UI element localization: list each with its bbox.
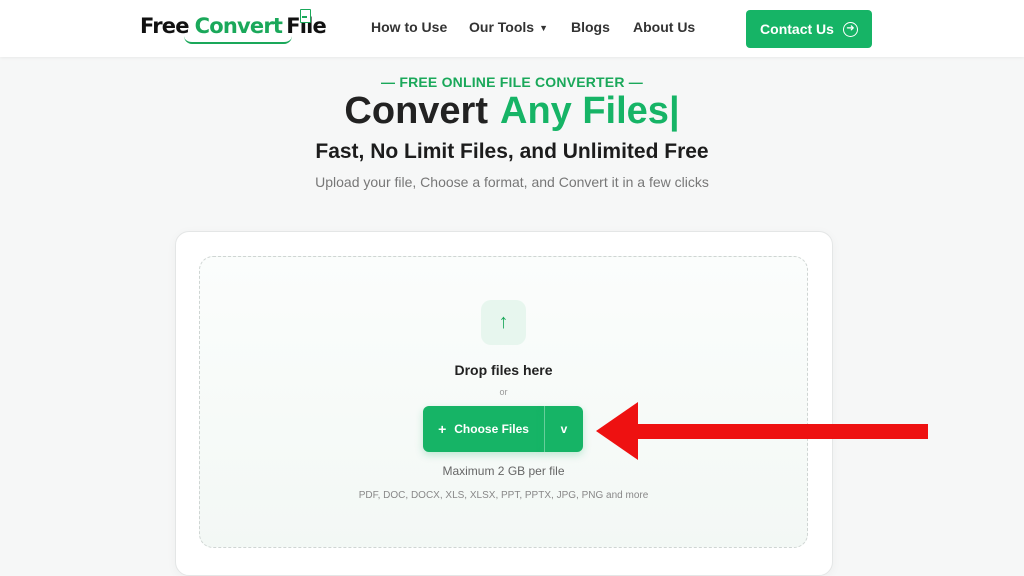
or-separator: or <box>499 387 508 397</box>
choose-files-button[interactable]: + Choose Files <box>423 406 544 452</box>
logo-word-free: Free <box>140 14 189 38</box>
max-size-note: Maximum 2 GB per file <box>442 464 565 478</box>
top-navbar: Free Convert File How to Use Our Tools ▼ … <box>0 0 1024 57</box>
hero-title-green: Any Files| <box>500 90 680 132</box>
hero-title-dark: Convert <box>344 90 488 132</box>
logo-swoosh-icon <box>184 36 292 44</box>
supported-formats-note: PDF, DOC, DOCX, XLS, XLSX, PPT, PPTX, JP… <box>358 490 649 501</box>
arrow-circle-right-icon: ➜ <box>842 21 858 37</box>
hero-tagline: Upload your file, Choose a format, and C… <box>315 174 709 190</box>
plus-icon: + <box>438 421 447 437</box>
drop-files-text: Drop files here <box>454 362 553 378</box>
caret-down-icon: ▼ <box>539 23 548 33</box>
contact-us-button[interactable]: Contact Us ➜ <box>746 10 872 48</box>
nav-our-tools-label: Our Tools <box>469 19 535 35</box>
nav-our-tools[interactable]: Our Tools ▼ <box>469 19 548 35</box>
hero-eyebrow: — FREE ONLINE FILE CONVERTER — <box>381 74 643 90</box>
nav-how-to-use[interactable]: How to Use <box>371 19 447 35</box>
chevron-down-icon: v <box>560 422 568 436</box>
choose-files-label: Choose Files <box>454 422 529 436</box>
nav-about-us[interactable]: About Us <box>633 19 695 35</box>
red-pointer-arrow-icon <box>596 402 928 460</box>
logo-document-icon <box>300 9 311 23</box>
nav-blogs[interactable]: Blogs <box>571 19 610 35</box>
contact-us-label: Contact Us <box>760 21 834 37</box>
hero-title: Convert Any Files| <box>0 90 1024 133</box>
hero-subtitle: Fast, No Limit Files, and Unlimited Free <box>315 140 709 163</box>
upload-arrow-icon: ↑ <box>481 300 526 345</box>
site-logo[interactable]: Free Convert File <box>140 9 327 44</box>
upload-source-dropdown-button[interactable]: v <box>544 406 583 452</box>
